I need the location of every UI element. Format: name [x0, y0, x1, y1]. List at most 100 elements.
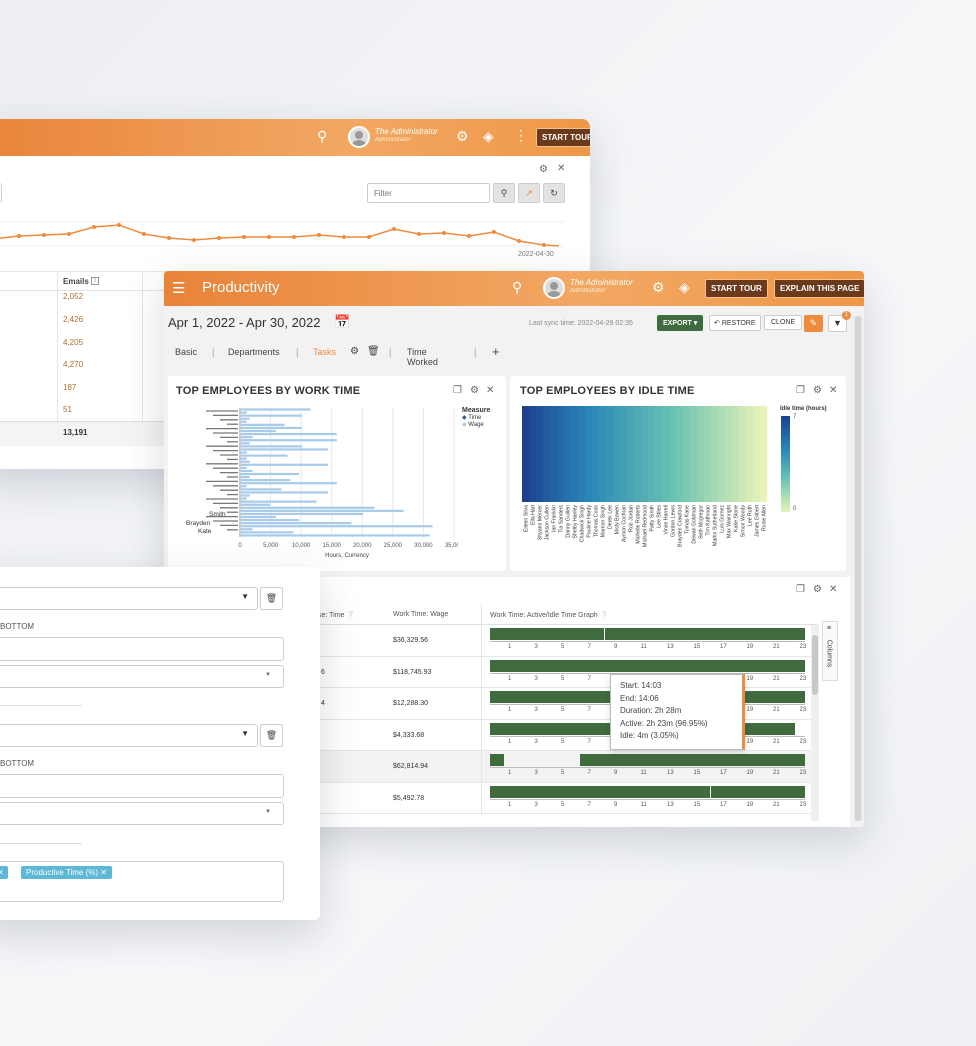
tab-basic[interactable]: Basic — [175, 347, 197, 357]
main-scrollbar[interactable] — [854, 316, 862, 821]
delete-button[interactable]: 🗑 — [260, 724, 283, 747]
export-button[interactable]: EXPORT ▾ — [657, 315, 704, 331]
filter-input[interactable] — [367, 183, 490, 203]
calendar-icon[interactable]: 📅 — [334, 314, 350, 330]
avatar[interactable] — [543, 277, 565, 299]
settings-icon[interactable]: ⚙ — [470, 385, 479, 396]
time-cell: 4 — [321, 700, 325, 707]
heat-cell — [718, 406, 726, 502]
tab-delete-icon[interactable]: 🗑 — [367, 346, 380, 357]
heat-x-label: Misty Bowen — [615, 505, 621, 535]
bar — [241, 420, 247, 423]
text-field[interactable] — [0, 774, 284, 798]
col-header-graph[interactable]: Work Time: Active/Idle Time Graph ❔ — [490, 611, 608, 619]
refresh-button[interactable]: ↻ — [543, 183, 565, 203]
search-icon[interactable]: ⚲ — [512, 279, 522, 296]
close-icon[interactable]: ✕ — [829, 584, 837, 595]
activity-bar[interactable] — [490, 754, 504, 766]
activity-bar[interactable] — [490, 785, 710, 798]
clone-button[interactable]: CLONE — [764, 315, 803, 330]
search-icon[interactable]: ⚲ — [317, 128, 327, 145]
start-tour-button[interactable]: START TOUR — [536, 128, 590, 147]
copy-icon[interactable]: ❐ — [796, 385, 805, 396]
avatar[interactable] — [348, 126, 370, 148]
heat-x-label: Max Wainright — [727, 504, 733, 538]
bar — [241, 445, 302, 448]
tab-time-worked[interactable]: Time Worked — [407, 347, 438, 367]
activity-bar[interactable] — [490, 659, 805, 672]
left-field[interactable] — [0, 183, 2, 203]
heat-cell — [655, 406, 663, 502]
activity-bar[interactable] — [605, 628, 805, 640]
close-icon[interactable]: ✕ — [557, 163, 565, 174]
hour-tick: 23 — [799, 707, 807, 713]
tag-chip[interactable]: Productive Time (%) ✕ — [21, 866, 112, 879]
hour-tick: 5 — [561, 644, 565, 650]
user-role: Administrator — [375, 137, 411, 143]
select-field[interactable]: ▼ — [0, 724, 258, 747]
edit-button[interactable]: ✎ — [804, 315, 823, 332]
tab-tasks[interactable]: Tasks — [313, 347, 336, 357]
hour-tick: 3 — [534, 675, 538, 682]
search-button[interactable]: ⚲ — [493, 183, 515, 203]
start-tour-button[interactable]: START TOUR — [705, 279, 768, 298]
grid-scrollbar[interactable] — [811, 625, 819, 821]
explain-page-button[interactable]: EXPLAIN THIS PAGE — [774, 279, 864, 298]
activity-bar[interactable] — [580, 754, 805, 766]
hour-tick: 19 — [746, 707, 754, 713]
add-tab-icon[interactable]: + — [492, 344, 500, 359]
settings-icon[interactable]: ⚙ — [539, 164, 548, 175]
hour-tick: 21 — [773, 801, 780, 808]
col-header-time[interactable]: se: Time ❔ — [318, 611, 355, 619]
select-field[interactable]: ▼ — [0, 802, 284, 825]
heat-cell — [746, 406, 754, 502]
close-icon[interactable]: ✕ — [486, 385, 494, 396]
gear-icon[interactable]: ⚙ — [456, 128, 469, 145]
settings-icon[interactable]: ⚙ — [813, 584, 822, 595]
hour-tick: 21 — [773, 644, 780, 650]
gear-icon[interactable]: ⚙ — [652, 279, 665, 296]
col-header-wage[interactable]: Work Time: Wage — [393, 611, 448, 618]
close-icon[interactable]: ✕ — [829, 385, 837, 396]
tag-label: Productive Time (%) — [26, 868, 99, 877]
select-field[interactable]: ▼ — [0, 665, 284, 688]
more-icon[interactable]: ⋮ — [514, 127, 528, 144]
tags-field[interactable]: ✕ Productive Time (%) ✕ — [0, 861, 284, 902]
copy-icon[interactable]: ❐ — [796, 584, 805, 595]
heat-cell — [592, 406, 600, 502]
delete-button[interactable]: 🗑 — [260, 587, 283, 610]
heat-cell — [564, 406, 572, 502]
activity-bar[interactable] — [490, 628, 604, 640]
tab-departments[interactable]: Departments — [228, 347, 280, 357]
heat-cell — [697, 406, 705, 502]
settings-icon[interactable]: ⚙ — [813, 385, 822, 396]
heat-x-label: Tim Kathman — [706, 505, 712, 536]
hour-tick: 19 — [746, 675, 754, 682]
columns-toggle[interactable]: ≡ Columns — [822, 621, 838, 681]
heat-x-label: Eileen Silva — [524, 505, 530, 532]
user-role: Administrator — [570, 288, 606, 294]
tab-settings-icon[interactable]: ⚙ — [350, 346, 359, 357]
bar — [241, 528, 253, 531]
hour-tick: 9 — [614, 801, 618, 808]
alert-icon[interactable]: ◈ — [483, 128, 494, 145]
menu-icon[interactable]: ☰ — [172, 279, 185, 297]
bar — [241, 479, 291, 482]
heat-x-label: Shelby Hanley — [573, 505, 579, 539]
heat-x-label: Gordon Lewis — [671, 505, 677, 537]
heat-x-label: Marrion Singh — [601, 505, 607, 537]
heat-x-label: Brayden Crawford — [678, 505, 684, 547]
chart-button[interactable]: ↗ — [518, 183, 540, 203]
filter-badge: 1 — [842, 311, 851, 320]
bar — [241, 472, 300, 476]
select-field[interactable]: ▼ — [0, 587, 258, 610]
copy-icon[interactable]: ❐ — [453, 385, 462, 396]
alert-icon[interactable]: ◈ — [679, 279, 690, 296]
heat-cell — [753, 406, 761, 502]
activity-bar[interactable] — [711, 785, 805, 798]
date-range[interactable]: Apr 1, 2022 - Apr 30, 2022 — [168, 315, 321, 330]
tag-chip[interactable]: ✕ — [0, 866, 8, 879]
restore-button[interactable]: ↶ RESTORE — [709, 315, 761, 331]
text-field[interactable] — [0, 637, 284, 661]
heat-cell — [711, 406, 719, 502]
